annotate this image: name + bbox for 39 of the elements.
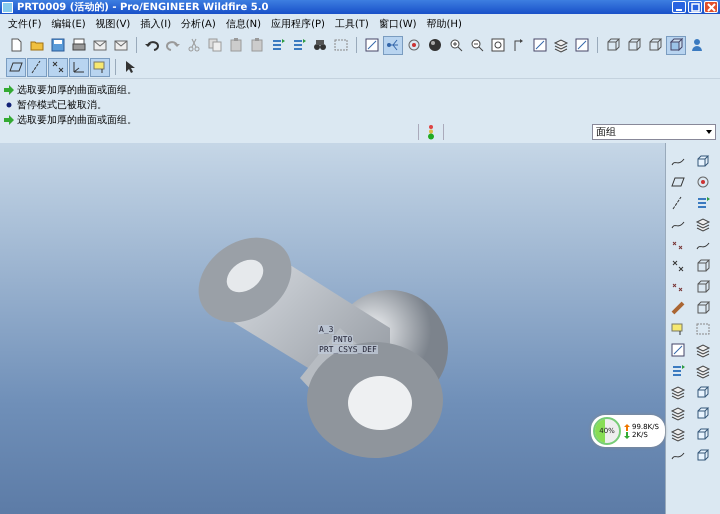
- menu-item[interactable]: 视图(V): [92, 16, 134, 32]
- message-text: 选取要加厚的曲面或面组。: [17, 84, 137, 97]
- close-button[interactable]: [704, 1, 718, 13]
- arrow-icon: [4, 115, 14, 125]
- minimize-button[interactable]: [672, 1, 686, 13]
- up-arrow-icon: [624, 424, 630, 430]
- datum-label: PRT_CSYS_DEF: [318, 345, 378, 354]
- shaded-cube-icon[interactable]: [666, 36, 686, 54]
- point-icon[interactable]: [48, 58, 68, 76]
- traffic-light-icon: [427, 124, 435, 140]
- menu-item[interactable]: 文件(F): [4, 16, 46, 32]
- plane-icon[interactable]: [6, 58, 26, 76]
- menu-item[interactable]: 分析(A): [177, 16, 220, 32]
- axis-icon[interactable]: [27, 58, 47, 76]
- datum-label: PNT0: [332, 335, 354, 344]
- menu-item[interactable]: 编辑(E): [48, 16, 90, 32]
- maximize-icon: [690, 2, 700, 12]
- menu-item[interactable]: 窗口(W): [374, 16, 421, 32]
- window-title: PRT0009 (活动的) - Pro/ENGINEER Wildfire 5.0: [17, 0, 270, 14]
- node-link-icon[interactable]: [383, 36, 403, 54]
- menu-item[interactable]: 插入(I): [136, 16, 176, 32]
- arrow-icon: [4, 85, 14, 95]
- menu-item[interactable]: 帮助(H): [422, 16, 466, 32]
- down-arrow-icon: [624, 432, 630, 438]
- maximize-button[interactable]: [688, 1, 702, 13]
- csys-icon[interactable]: [69, 58, 89, 76]
- dot-icon: [4, 100, 14, 110]
- datum-label: A_3: [318, 325, 334, 334]
- menu-item[interactable]: 应用程序(P): [267, 16, 329, 32]
- message-text: 暂停模式已被取消。: [17, 98, 107, 112]
- menu-item[interactable]: 信息(N): [222, 16, 266, 32]
- close-icon: [706, 2, 716, 12]
- window-icon: [2, 2, 13, 12]
- caret-icon: [706, 130, 712, 134]
- minimize-icon: [676, 8, 682, 10]
- annotation-icon[interactable]: [90, 58, 110, 76]
- message-text: 选取要加厚的曲面或面组。: [17, 114, 137, 127]
- filter-dropdown[interactable]: 面组: [592, 124, 716, 140]
- menu-item[interactable]: 工具(T): [330, 16, 373, 32]
